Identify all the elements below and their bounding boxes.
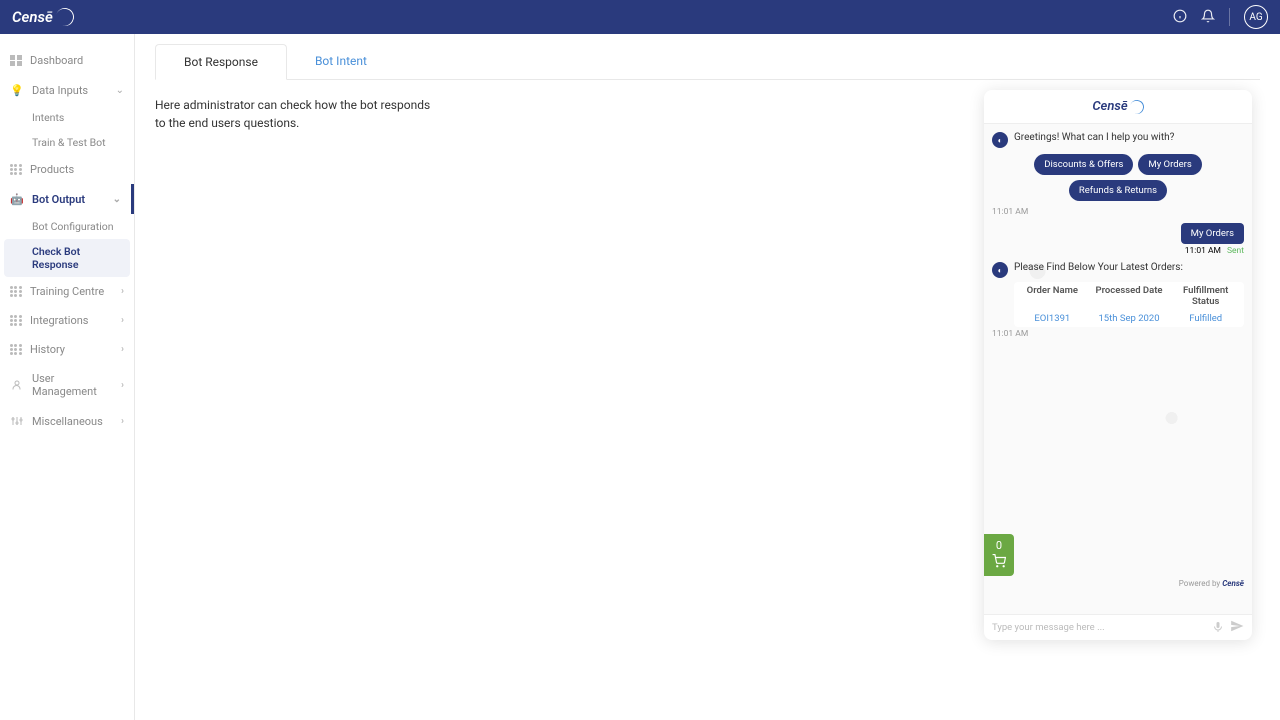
chat-body: ◐ Greetings! What can I help you with? D… (984, 124, 1252, 614)
message-timestamp: 11:01 AM (992, 329, 1244, 339)
dashboard-icon (10, 55, 22, 67)
chevron-right-icon: › (121, 344, 124, 355)
chevron-down-icon: ⌄ (116, 85, 124, 96)
nav-train-test[interactable]: Train & Test Bot (0, 130, 134, 155)
order-status-link[interactable]: Fulfilled (1167, 310, 1244, 327)
sidebar: Dashboard 💡 Data Inputs ⌄ Intents Train … (0, 34, 135, 720)
app-header: Censē AG (0, 0, 1280, 34)
brand-logo: Censē (12, 8, 74, 26)
bulb-icon: 💡 (10, 83, 24, 97)
table-row[interactable]: EOI1391 15th Sep 2020 Fulfilled (1014, 310, 1244, 327)
mic-icon[interactable] (1212, 618, 1224, 637)
bell-icon[interactable] (1201, 8, 1215, 27)
grid-icon (10, 344, 22, 356)
sliders-icon (10, 414, 24, 428)
chip-refunds[interactable]: Refunds & Returns (1069, 180, 1167, 201)
col-order-name: Order Name (1014, 282, 1091, 310)
chat-header: Censē (984, 90, 1252, 124)
user-icon (10, 378, 24, 392)
nav-intents[interactable]: Intents (0, 105, 134, 130)
nav-training-centre[interactable]: Training Centre › (0, 277, 134, 306)
nav-data-inputs[interactable]: 💡 Data Inputs ⌄ (0, 75, 134, 105)
chevron-down-icon: ⌄ (113, 194, 121, 205)
page-description: Here administrator can check how the bot… (155, 96, 435, 132)
main-content: Bot Response Bot Intent Here administrat… (135, 34, 1280, 720)
chevron-right-icon: › (121, 315, 124, 326)
nav-dashboard[interactable]: Dashboard (0, 46, 134, 75)
chevron-right-icon: › (121, 380, 124, 391)
order-date-link[interactable]: 15th Sep 2020 (1091, 310, 1168, 327)
nav-bot-output[interactable]: 🤖 Bot Output ⌄ (0, 184, 134, 214)
col-processed-date: Processed Date (1091, 282, 1168, 310)
tab-bot-response[interactable]: Bot Response (155, 44, 287, 80)
bot-message: Please Find Below Your Latest Orders: (1014, 262, 1183, 273)
chat-logo: Censē (1092, 99, 1143, 114)
chat-widget: Censē ◐ Greetings! What can I help you w… (984, 90, 1252, 640)
bot-message: Greetings! What can I help you with? (1014, 132, 1174, 143)
nav-bot-config[interactable]: Bot Configuration (0, 214, 134, 239)
cart-icon (984, 554, 1014, 572)
bot-icon: 🤖 (10, 192, 24, 206)
chevron-right-icon: › (121, 416, 124, 427)
nav-history[interactable]: History › (0, 335, 134, 364)
order-name-link[interactable]: EOI1391 (1014, 310, 1091, 327)
grid-icon (10, 315, 22, 327)
chip-discounts[interactable]: Discounts & Offers (1034, 154, 1133, 175)
tab-bar: Bot Response Bot Intent (155, 44, 1260, 80)
user-avatar[interactable]: AG (1244, 5, 1268, 29)
user-timestamp: 11:01 AM (1185, 246, 1221, 256)
grid-icon (10, 286, 22, 298)
nav-check-response[interactable]: Check Bot Response (4, 239, 130, 277)
tab-bot-intent[interactable]: Bot Intent (287, 44, 395, 79)
powered-by: Powered by Censē (1179, 579, 1244, 588)
cart-count: 0 (984, 538, 1014, 553)
info-icon[interactable] (1173, 8, 1187, 27)
message-timestamp: 11:01 AM (992, 207, 1244, 217)
cart-badge[interactable]: 0 (984, 534, 1014, 576)
nav-products[interactable]: Products (0, 155, 134, 184)
sent-status: Sent (1227, 246, 1244, 256)
nav-user-management[interactable]: User Management › (0, 364, 134, 406)
chat-input-bar (984, 614, 1252, 640)
bot-avatar-icon: ◐ (992, 132, 1008, 148)
user-message: My Orders (1181, 223, 1244, 244)
send-icon[interactable] (1230, 618, 1244, 637)
chat-text-input[interactable] (992, 622, 1206, 633)
bot-avatar-icon: ◐ (992, 262, 1008, 278)
orders-table: Order Name Processed Date Fulfillment St… (1014, 282, 1244, 327)
chevron-right-icon: › (121, 286, 124, 297)
grid-icon (10, 164, 22, 176)
nav-integrations[interactable]: Integrations › (0, 306, 134, 335)
chip-my-orders[interactable]: My Orders (1138, 154, 1201, 175)
col-fulfillment-status: Fulfillment Status (1167, 282, 1244, 310)
nav-miscellaneous[interactable]: Miscellaneous › (0, 406, 134, 436)
